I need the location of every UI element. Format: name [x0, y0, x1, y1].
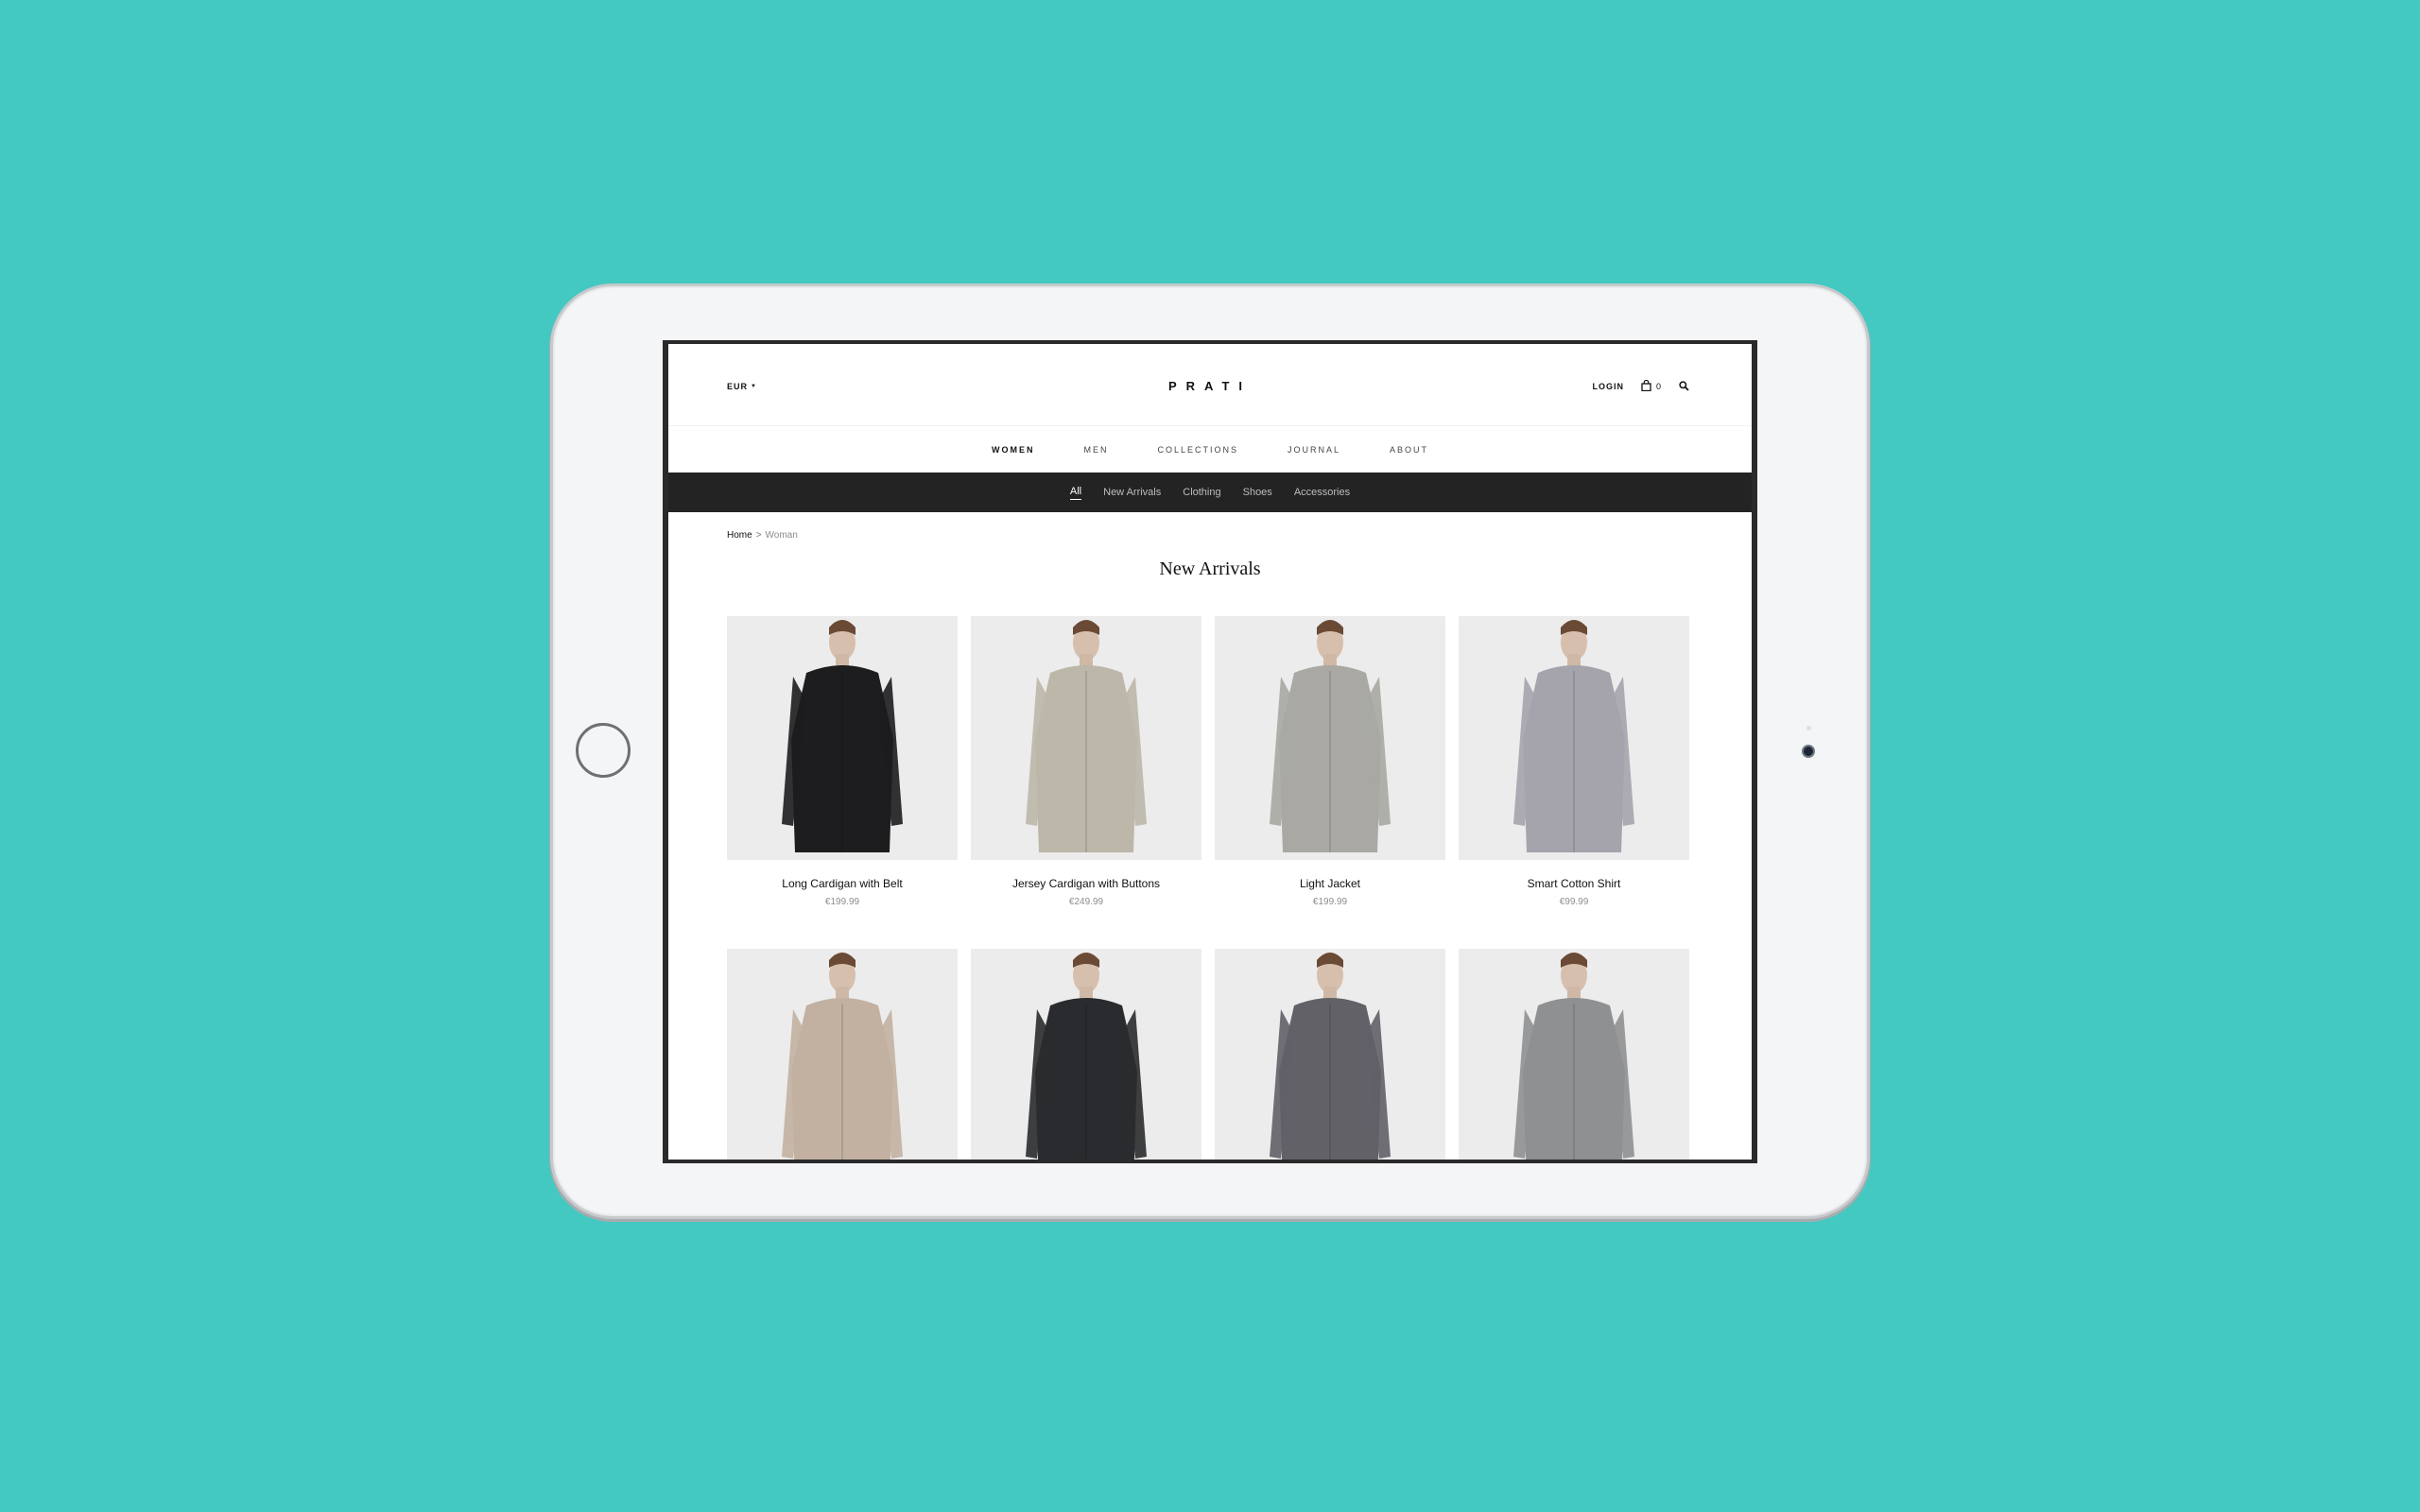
- nav-item-about[interactable]: ABOUT: [1390, 445, 1428, 455]
- subnav-item-shoes[interactable]: Shoes: [1243, 487, 1272, 498]
- web-page: EUR ▼ PRATI LOGIN 0 WOMEN MEN COLLECTION…: [668, 344, 1752, 1160]
- product-image[interactable]: [971, 616, 1201, 860]
- category-subnav: All New Arrivals Clothing Shoes Accessor…: [668, 472, 1752, 512]
- product-name[interactable]: Light Jacket: [1215, 877, 1445, 890]
- product-card[interactable]: [1459, 949, 1689, 1160]
- product-image[interactable]: [1459, 616, 1689, 860]
- search-icon[interactable]: [1679, 380, 1689, 393]
- product-name[interactable]: Jersey Cardigan with Buttons: [971, 877, 1201, 890]
- cart-button[interactable]: 0: [1641, 379, 1662, 393]
- breadcrumb-home[interactable]: Home: [727, 530, 752, 541]
- breadcrumb-separator: >: [755, 530, 762, 541]
- login-link[interactable]: LOGIN: [1592, 382, 1624, 391]
- product-card[interactable]: [727, 949, 958, 1160]
- product-card[interactable]: Jersey Cardigan with Buttons €249.99: [971, 616, 1201, 907]
- breadcrumb: Home > Woman: [727, 530, 798, 541]
- product-card[interactable]: [971, 949, 1201, 1160]
- subnav-item-clothing[interactable]: Clothing: [1183, 487, 1220, 498]
- subnav-item-new-arrivals[interactable]: New Arrivals: [1103, 487, 1161, 498]
- breadcrumb-current: Woman: [765, 530, 798, 541]
- product-image[interactable]: [1215, 616, 1445, 860]
- site-logo[interactable]: PRATI: [668, 379, 1752, 393]
- camera-icon: [1802, 745, 1815, 758]
- product-price: €199.99: [824, 897, 860, 907]
- product-card[interactable]: [1215, 949, 1445, 1160]
- product-image[interactable]: [971, 949, 1201, 1160]
- product-price: €99.99: [1559, 897, 1589, 907]
- shopping-bag-icon: [1641, 379, 1651, 393]
- product-name[interactable]: Long Cardigan with Belt: [727, 877, 958, 890]
- product-grid: Long Cardigan with Belt €199.99 Jersey Car…: [727, 616, 1689, 1160]
- tablet-screen: EUR ▼ PRATI LOGIN 0 WOMEN MEN COLLECTION…: [663, 340, 1757, 1163]
- product-image[interactable]: [727, 949, 958, 1160]
- product-image[interactable]: [1215, 949, 1445, 1160]
- home-button[interactable]: [576, 723, 631, 778]
- nav-item-women[interactable]: WOMEN: [992, 445, 1035, 455]
- product-card[interactable]: Smart Cotton Shirt €99.99: [1459, 616, 1689, 907]
- page-title: New Arrivals: [1159, 558, 1261, 579]
- light-sensor: [1806, 726, 1811, 730]
- top-bar: EUR ▼ PRATI LOGIN 0: [668, 344, 1752, 426]
- nav-item-men[interactable]: MEN: [1083, 445, 1108, 455]
- product-image[interactable]: [1459, 949, 1689, 1160]
- product-image[interactable]: [727, 616, 958, 860]
- nav-item-collections[interactable]: COLLECTIONS: [1157, 445, 1238, 455]
- product-price: €249.99: [1068, 897, 1104, 907]
- subnav-item-all[interactable]: All: [1069, 486, 1082, 500]
- header-tools: LOGIN 0: [1592, 379, 1689, 393]
- cart-count: 0: [1655, 382, 1662, 391]
- product-price: €199.99: [1312, 897, 1348, 907]
- main-nav: WOMEN MEN COLLECTIONS JOURNAL ABOUT: [668, 426, 1752, 472]
- product-card[interactable]: Light Jacket €199.99: [1215, 616, 1445, 907]
- product-card[interactable]: Long Cardigan with Belt €199.99: [727, 616, 958, 907]
- product-name[interactable]: Smart Cotton Shirt: [1459, 877, 1689, 890]
- subnav-item-accessories[interactable]: Accessories: [1294, 487, 1350, 498]
- nav-item-journal[interactable]: JOURNAL: [1288, 445, 1340, 455]
